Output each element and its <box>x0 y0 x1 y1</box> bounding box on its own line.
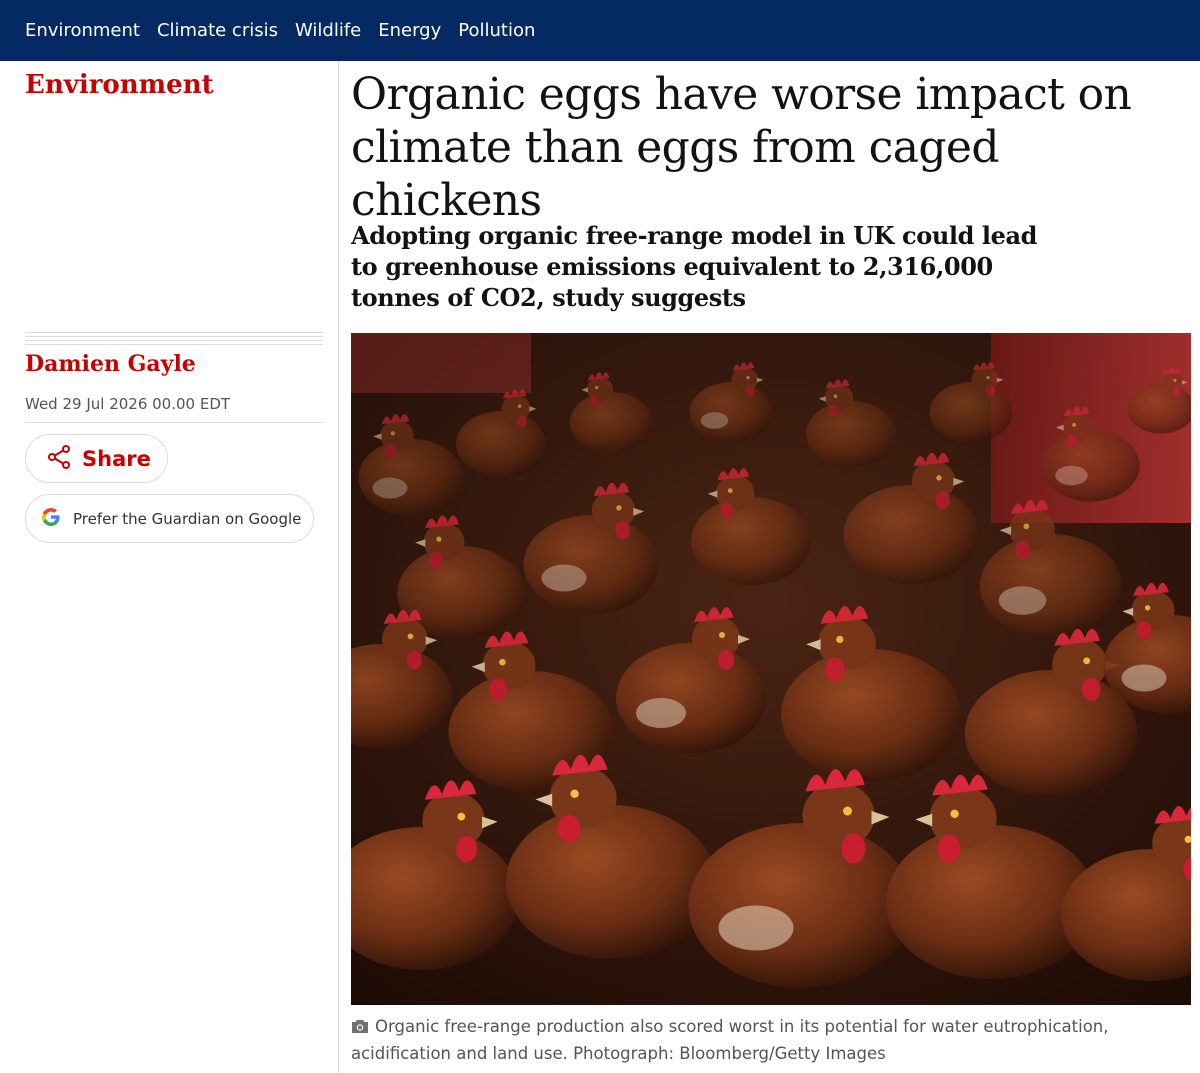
article-main-photo[interactable] <box>351 333 1191 1005</box>
article-headline: Organic eggs have worse impact on climat… <box>351 69 1132 226</box>
share-icon <box>46 444 72 474</box>
nav-item-pollution[interactable]: Pollution <box>458 20 535 41</box>
top-nav: Environment Climate crisis Wildlife Ener… <box>0 0 1200 61</box>
article-standfirst: Adopting organic free-range model in UK … <box>351 221 1038 312</box>
share-label: Share <box>82 446 151 471</box>
nav-item-climate-crisis[interactable]: Climate crisis <box>157 20 278 41</box>
publish-date: Wed 29 Jul 2026 00.00 EDT <box>25 395 231 413</box>
nav-item-energy[interactable]: Energy <box>378 20 441 41</box>
nav-list: Environment Climate crisis Wildlife Ener… <box>0 0 1200 61</box>
meta-rules <box>25 332 323 348</box>
meta-divider <box>25 422 323 423</box>
prefer-guardian-label: Prefer the Guardian on Google <box>73 509 302 528</box>
nav-item-wildlife[interactable]: Wildlife <box>295 20 361 41</box>
google-g-icon <box>41 507 61 531</box>
nav-item-environment[interactable]: Environment <box>25 20 140 41</box>
column-divider <box>338 61 339 1073</box>
hens-photo-illustration <box>351 333 1191 1005</box>
author-byline[interactable]: Damien Gayle <box>25 351 196 377</box>
photo-caption-text: Organic free-range production also score… <box>351 1017 1109 1063</box>
share-button[interactable]: Share <box>25 434 168 483</box>
photo-caption: Organic free-range production also score… <box>351 1014 1171 1066</box>
prefer-guardian-google-button[interactable]: Prefer the Guardian on Google <box>25 494 314 543</box>
section-label[interactable]: Environment <box>25 70 214 100</box>
camera-icon <box>351 1016 369 1041</box>
